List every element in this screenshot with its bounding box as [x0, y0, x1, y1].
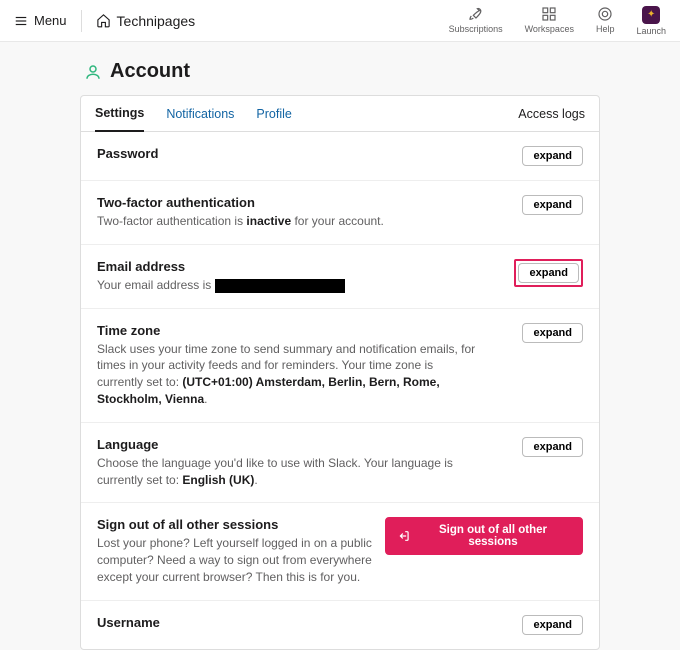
- grid-icon: [541, 6, 557, 22]
- email-title: Email address: [97, 259, 345, 274]
- tabs: Settings Notifications Profile Access lo…: [81, 96, 599, 132]
- menu-label: Menu: [34, 13, 67, 28]
- top-icons: Subscriptions Workspaces Help Launch: [449, 6, 666, 36]
- menu-button[interactable]: Menu: [14, 13, 67, 28]
- section-timezone: Time zone Slack uses your time zone to s…: [81, 309, 599, 423]
- expand-language-button[interactable]: expand: [522, 437, 583, 457]
- expand-email-button[interactable]: expand: [518, 263, 579, 283]
- slack-icon: [642, 6, 660, 24]
- site-name: Technipages: [117, 13, 196, 29]
- home-link[interactable]: Technipages: [96, 13, 196, 29]
- expand-twofa-button[interactable]: expand: [522, 195, 583, 215]
- signout-title: Sign out of all other sessions: [97, 517, 385, 532]
- password-title: Password: [97, 146, 158, 161]
- language-title: Language: [97, 437, 477, 452]
- twofa-title: Two-factor authentication: [97, 195, 384, 210]
- username-title: Username: [97, 615, 160, 630]
- signout-desc: Lost your phone? Left yourself logged in…: [97, 535, 385, 585]
- tab-profile[interactable]: Profile: [256, 97, 291, 131]
- email-expand-highlight: expand: [514, 259, 583, 287]
- timezone-title: Time zone: [97, 323, 477, 338]
- settings-card: Settings Notifications Profile Access lo…: [80, 95, 600, 650]
- tab-access-logs[interactable]: Access logs: [518, 97, 585, 131]
- section-signout: Sign out of all other sessions Lost your…: [81, 503, 599, 600]
- tab-notifications[interactable]: Notifications: [166, 97, 234, 131]
- expand-timezone-button[interactable]: expand: [522, 323, 583, 343]
- section-email: Email address Your email address is expa…: [81, 245, 599, 309]
- twofa-desc: Two-factor authentication is inactive fo…: [97, 213, 384, 230]
- workspaces-link[interactable]: Workspaces: [525, 6, 574, 36]
- page-title: Account: [80, 60, 600, 83]
- expand-username-button[interactable]: expand: [522, 615, 583, 635]
- rocket-icon: [468, 6, 484, 22]
- lifebuoy-icon: [597, 6, 613, 22]
- section-password: Password expand: [81, 132, 599, 181]
- section-twofa: Two-factor authentication Two-factor aut…: [81, 181, 599, 245]
- divider: [81, 10, 82, 32]
- signout-icon: [398, 530, 410, 542]
- section-username: Username expand: [81, 601, 599, 649]
- help-link[interactable]: Help: [596, 6, 615, 36]
- email-redacted: [215, 279, 345, 293]
- launch-link[interactable]: Launch: [636, 6, 666, 36]
- person-icon: [84, 63, 102, 81]
- email-desc: Your email address is: [97, 277, 345, 294]
- timezone-desc: Slack uses your time zone to send summar…: [97, 341, 477, 408]
- hamburger-icon: [14, 14, 28, 28]
- signout-all-button[interactable]: Sign out of all other sessions: [385, 517, 583, 555]
- home-icon: [96, 13, 111, 28]
- tab-settings[interactable]: Settings: [95, 96, 144, 132]
- language-desc: Choose the language you'd like to use wi…: [97, 455, 477, 489]
- topbar: Menu Technipages Subscriptions Workspace…: [0, 0, 680, 42]
- subscriptions-link[interactable]: Subscriptions: [449, 6, 503, 36]
- expand-password-button[interactable]: expand: [522, 146, 583, 166]
- section-language: Language Choose the language you'd like …: [81, 423, 599, 504]
